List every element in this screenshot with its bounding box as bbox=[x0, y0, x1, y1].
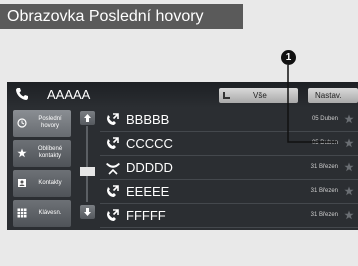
sidebar-item-favorites[interactable]: Oblíbené kontakty bbox=[13, 140, 71, 167]
call-date: 31 Březen bbox=[310, 164, 338, 170]
phone-icon bbox=[16, 88, 28, 100]
outgoing-call-icon bbox=[107, 185, 119, 197]
call-contact-name: DDDDD bbox=[126, 160, 173, 175]
sidebar-item-contacts[interactable]: Kontakty bbox=[13, 170, 71, 197]
clock-icon bbox=[17, 118, 27, 128]
call-contact-name: BBBBB bbox=[126, 112, 170, 127]
all-calls-label: Vše bbox=[253, 91, 267, 100]
contacts-icon bbox=[18, 179, 26, 187]
all-calls-button[interactable]: Vše bbox=[219, 88, 298, 103]
settings-button[interactable]: Nastav. bbox=[308, 88, 358, 103]
favorite-star-icon[interactable] bbox=[344, 114, 354, 124]
outgoing-call-icon bbox=[107, 137, 119, 149]
sidebar-item-label: Kontakty bbox=[38, 180, 62, 186]
callout-badge: 1 bbox=[281, 50, 296, 65]
call-date: 05 Duben bbox=[311, 140, 338, 146]
star-icon bbox=[17, 148, 27, 158]
favorite-star-icon[interactable] bbox=[344, 138, 354, 148]
arrow-down-icon bbox=[84, 208, 91, 216]
call-date: 31 Březen bbox=[310, 212, 338, 218]
sidebar-item-recent-calls[interactable]: Poslední hovory bbox=[13, 110, 71, 137]
call-date: 05 Duben bbox=[311, 116, 338, 122]
call-list-item[interactable]: CCCCC 05 Duben bbox=[100, 132, 358, 156]
sidebar-item-label: Oblíbené kontakty bbox=[37, 146, 63, 159]
page-caption: Obrazovka Poslední hovory bbox=[0, 4, 243, 29]
outgoing-call-icon bbox=[107, 209, 119, 221]
call-list-item[interactable]: EEEEE 31 Březen bbox=[100, 180, 358, 204]
arrow-up-icon bbox=[84, 114, 91, 122]
sidebar-item-label: Poslední hovory bbox=[38, 116, 62, 129]
missed-call-icon bbox=[106, 163, 120, 175]
call-list-item[interactable]: DDDDD 31 Březen bbox=[100, 156, 358, 180]
outgoing-call-icon bbox=[107, 113, 119, 125]
scroll-down-button[interactable] bbox=[80, 205, 95, 219]
favorite-star-icon[interactable] bbox=[344, 186, 354, 196]
call-list-item[interactable]: FFFFF 31 Březen bbox=[100, 204, 358, 228]
call-contact-name: EEEEE bbox=[126, 184, 170, 199]
sidebar-item-keypad[interactable]: Klávesn. bbox=[13, 200, 71, 227]
call-contact-name: CCCCC bbox=[126, 136, 173, 151]
keypad-icon bbox=[17, 208, 27, 218]
call-list-item[interactable]: BBBBB 05 Duben bbox=[100, 108, 358, 132]
call-date: 31 Březen bbox=[310, 188, 338, 194]
scrollbar-thumb[interactable] bbox=[80, 167, 95, 176]
sidebar-item-label: Klávesn. bbox=[38, 210, 62, 216]
current-contact-name: AAAAA bbox=[47, 87, 91, 102]
favorite-star-icon[interactable] bbox=[344, 162, 354, 172]
filter-icon bbox=[223, 92, 230, 99]
scrollbar-track[interactable] bbox=[86, 126, 88, 202]
scroll-up-button[interactable] bbox=[80, 111, 95, 125]
phone-screen: AAAAA Vše Nastav. Poslední hovory Oblíbe… bbox=[7, 82, 358, 230]
favorite-star-icon[interactable] bbox=[344, 210, 354, 220]
call-contact-name: FFFFF bbox=[126, 208, 166, 223]
top-bar: AAAAA Vše Nastav. bbox=[7, 82, 358, 108]
sidebar: Poslední hovory Oblíbené kontakty Kontak… bbox=[7, 108, 78, 230]
